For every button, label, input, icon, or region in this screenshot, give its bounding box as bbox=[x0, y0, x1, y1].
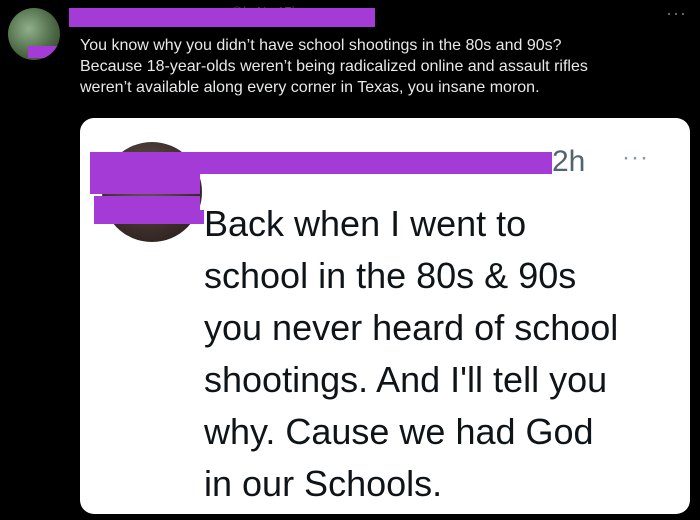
quoted-author-redaction bbox=[94, 210, 204, 224]
quoted-timestamp[interactable]: 2h bbox=[552, 142, 585, 182]
tweet-text-line: weren’t available along every corner in … bbox=[80, 79, 540, 96]
tweet-text: You know why you didn’t have school shoo… bbox=[80, 35, 680, 98]
quoted-author-redaction bbox=[90, 174, 200, 194]
quoted-text-line: why. Cause we had God bbox=[204, 411, 594, 452]
tweet-text-line: You know why you didn’t have school shoo… bbox=[80, 37, 562, 54]
ellipsis-icon[interactable]: ··· bbox=[622, 144, 649, 172]
quoted-author-redaction bbox=[94, 196, 200, 210]
tweet-text-line: Because 18-year-olds weren’t being radic… bbox=[80, 58, 588, 75]
quoted-text-line: Back when I went to bbox=[204, 203, 527, 244]
ellipsis-icon[interactable]: ··· bbox=[666, 3, 687, 24]
quoted-tweet-card[interactable]: 2h ··· Back when I went to school in the… bbox=[80, 118, 690, 514]
quoted-text-line: you never heard of school bbox=[204, 307, 619, 348]
avatar[interactable] bbox=[8, 8, 60, 60]
quoted-text-line: in our Schools. bbox=[204, 463, 443, 504]
redaction-bar bbox=[28, 46, 60, 58]
author-name-redaction bbox=[69, 8, 375, 27]
quoted-author-redaction bbox=[90, 152, 552, 174]
quoted-text-line: shootings. And I'll tell you bbox=[204, 359, 608, 400]
quoted-tweet-text: Back when I went to school in the 80s & … bbox=[204, 198, 684, 510]
quoted-text-line: school in the 80s & 90s bbox=[204, 255, 577, 296]
